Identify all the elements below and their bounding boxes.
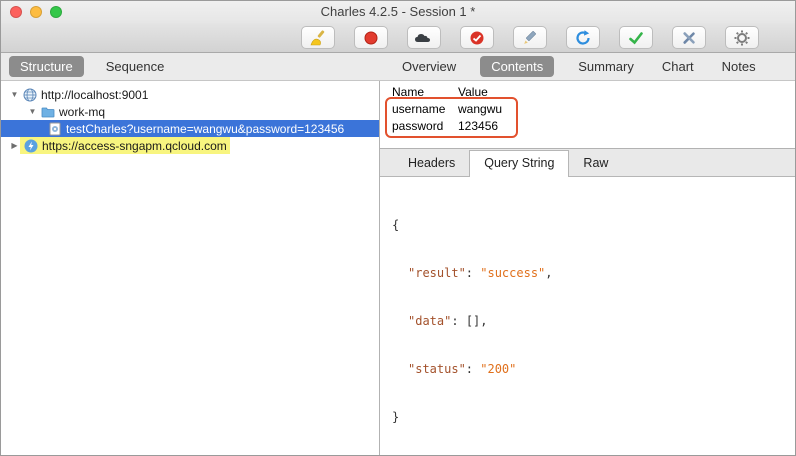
- globe-icon: [22, 87, 37, 102]
- table-row[interactable]: password 123456: [392, 117, 795, 134]
- search-highlight: https://access-sngapm.qcloud.com: [20, 137, 230, 154]
- tabstrip: Structure Sequence Overview Contents Sum…: [1, 53, 795, 81]
- tree-item-qcloud[interactable]: ▶ https://access-sngapm.qcloud.com: [1, 137, 379, 154]
- json-open-brace: {: [392, 218, 400, 232]
- broom-icon: [309, 29, 327, 47]
- tab-headers[interactable]: Headers: [394, 151, 469, 176]
- tab-contents[interactable]: Contents: [480, 56, 555, 77]
- minimize-button[interactable]: [30, 6, 42, 18]
- json-key: "result": [408, 266, 466, 280]
- tools-icon: [680, 29, 698, 47]
- check-icon: [627, 29, 645, 47]
- tab-summary[interactable]: Summary: [574, 56, 638, 77]
- param-value: wangwu: [458, 101, 503, 116]
- breakpoints-button[interactable]: [460, 26, 494, 49]
- breakpoints-icon: [468, 29, 486, 47]
- tab-structure[interactable]: Structure: [9, 56, 84, 77]
- tree-item-work-mq[interactable]: ▼ work-mq: [1, 103, 379, 120]
- json-sep: :: [465, 362, 481, 376]
- json-value: "200": [480, 362, 517, 376]
- json-key: "status": [408, 362, 466, 376]
- throttle-button[interactable]: [407, 26, 441, 49]
- tab-overview[interactable]: Overview: [398, 56, 460, 77]
- tab-raw[interactable]: Raw: [569, 151, 622, 176]
- response-json: { "result": "success", "data": [], "stat…: [380, 177, 795, 455]
- param-name: password: [392, 118, 444, 133]
- toolbar: [1, 23, 795, 53]
- pencil-icon: [521, 29, 539, 47]
- table-header: Name Value: [392, 84, 795, 100]
- tab-chart[interactable]: Chart: [658, 56, 698, 77]
- tree-item-label: http://localhost:9001: [41, 87, 149, 102]
- window-title: Charles 4.2.5 - Session 1 *: [320, 4, 476, 19]
- settings-button[interactable]: [725, 26, 759, 49]
- response-pane: Headers Query String Raw { "result": "su…: [380, 148, 795, 455]
- left-panel-tabs: Structure Sequence: [1, 53, 380, 80]
- tree-item-label: work-mq: [59, 104, 106, 119]
- param-name: username: [392, 101, 446, 116]
- tree-item-localhost[interactable]: ▼ http://localhost:9001: [1, 86, 379, 103]
- gear-icon: [733, 29, 751, 47]
- record-icon: [362, 29, 380, 47]
- contents-pane: Name Value username wangwu password 1234…: [380, 81, 795, 455]
- charles-window: Charles 4.2.5 - Session 1 * Structure Se…: [0, 0, 796, 456]
- traffic-lights: [10, 6, 62, 18]
- zoom-button[interactable]: [50, 6, 62, 18]
- tree-item-label: testCharles?username=wangwu&password=123…: [66, 121, 345, 136]
- titlebar: Charles 4.2.5 - Session 1 *: [1, 1, 795, 23]
- repeat-button[interactable]: [566, 26, 600, 49]
- tab-notes[interactable]: Notes: [718, 56, 760, 77]
- disclosure-collapsed-icon[interactable]: ▶: [9, 141, 20, 150]
- throttle-icon: [414, 31, 434, 45]
- structure-tree: ▼ http://localhost:9001 ▼ work-mq testCh…: [1, 81, 380, 455]
- json-close-brace: }: [392, 410, 400, 424]
- record-button[interactable]: [354, 26, 388, 49]
- table-row[interactable]: username wangwu: [392, 100, 795, 117]
- right-panel-tabs: Overview Contents Summary Chart Notes: [380, 53, 795, 80]
- query-params-table: Name Value username wangwu password 1234…: [380, 81, 795, 148]
- repeat-icon: [574, 29, 592, 47]
- tools-button[interactable]: [672, 26, 706, 49]
- tree-item-label: https://access-sngapm.qcloud.com: [42, 138, 227, 153]
- folder-icon: [40, 104, 55, 119]
- json-line: "status": "200": [392, 361, 795, 377]
- clear-session-button[interactable]: [301, 26, 335, 49]
- json-sep: :: [465, 266, 481, 280]
- validate-button[interactable]: [619, 26, 653, 49]
- tab-query-string[interactable]: Query String: [469, 150, 570, 177]
- close-button[interactable]: [10, 6, 22, 18]
- tree-item-testcharles[interactable]: testCharles?username=wangwu&password=123…: [1, 120, 379, 137]
- disclosure-expanded-icon[interactable]: ▼: [9, 90, 20, 99]
- main-content: ▼ http://localhost:9001 ▼ work-mq testCh…: [1, 81, 795, 455]
- tab-sequence[interactable]: Sequence: [102, 56, 169, 77]
- json-line: "data": [],: [392, 313, 795, 329]
- bolt-icon: [23, 138, 38, 153]
- column-header-name: Name: [392, 85, 425, 99]
- json-tail: [],: [465, 314, 488, 328]
- json-sep: :: [451, 314, 466, 328]
- response-tabs: Headers Query String Raw: [380, 149, 795, 177]
- column-header-value: Value: [458, 85, 488, 99]
- json-key: "data": [408, 314, 452, 328]
- request-icon: [47, 121, 62, 136]
- json-value: "success": [480, 266, 546, 280]
- json-tail: ,: [545, 266, 553, 280]
- disclosure-expanded-icon[interactable]: ▼: [27, 107, 38, 116]
- json-line: "result": "success",: [392, 265, 795, 281]
- compose-button[interactable]: [513, 26, 547, 49]
- param-value: 123456: [458, 118, 499, 133]
